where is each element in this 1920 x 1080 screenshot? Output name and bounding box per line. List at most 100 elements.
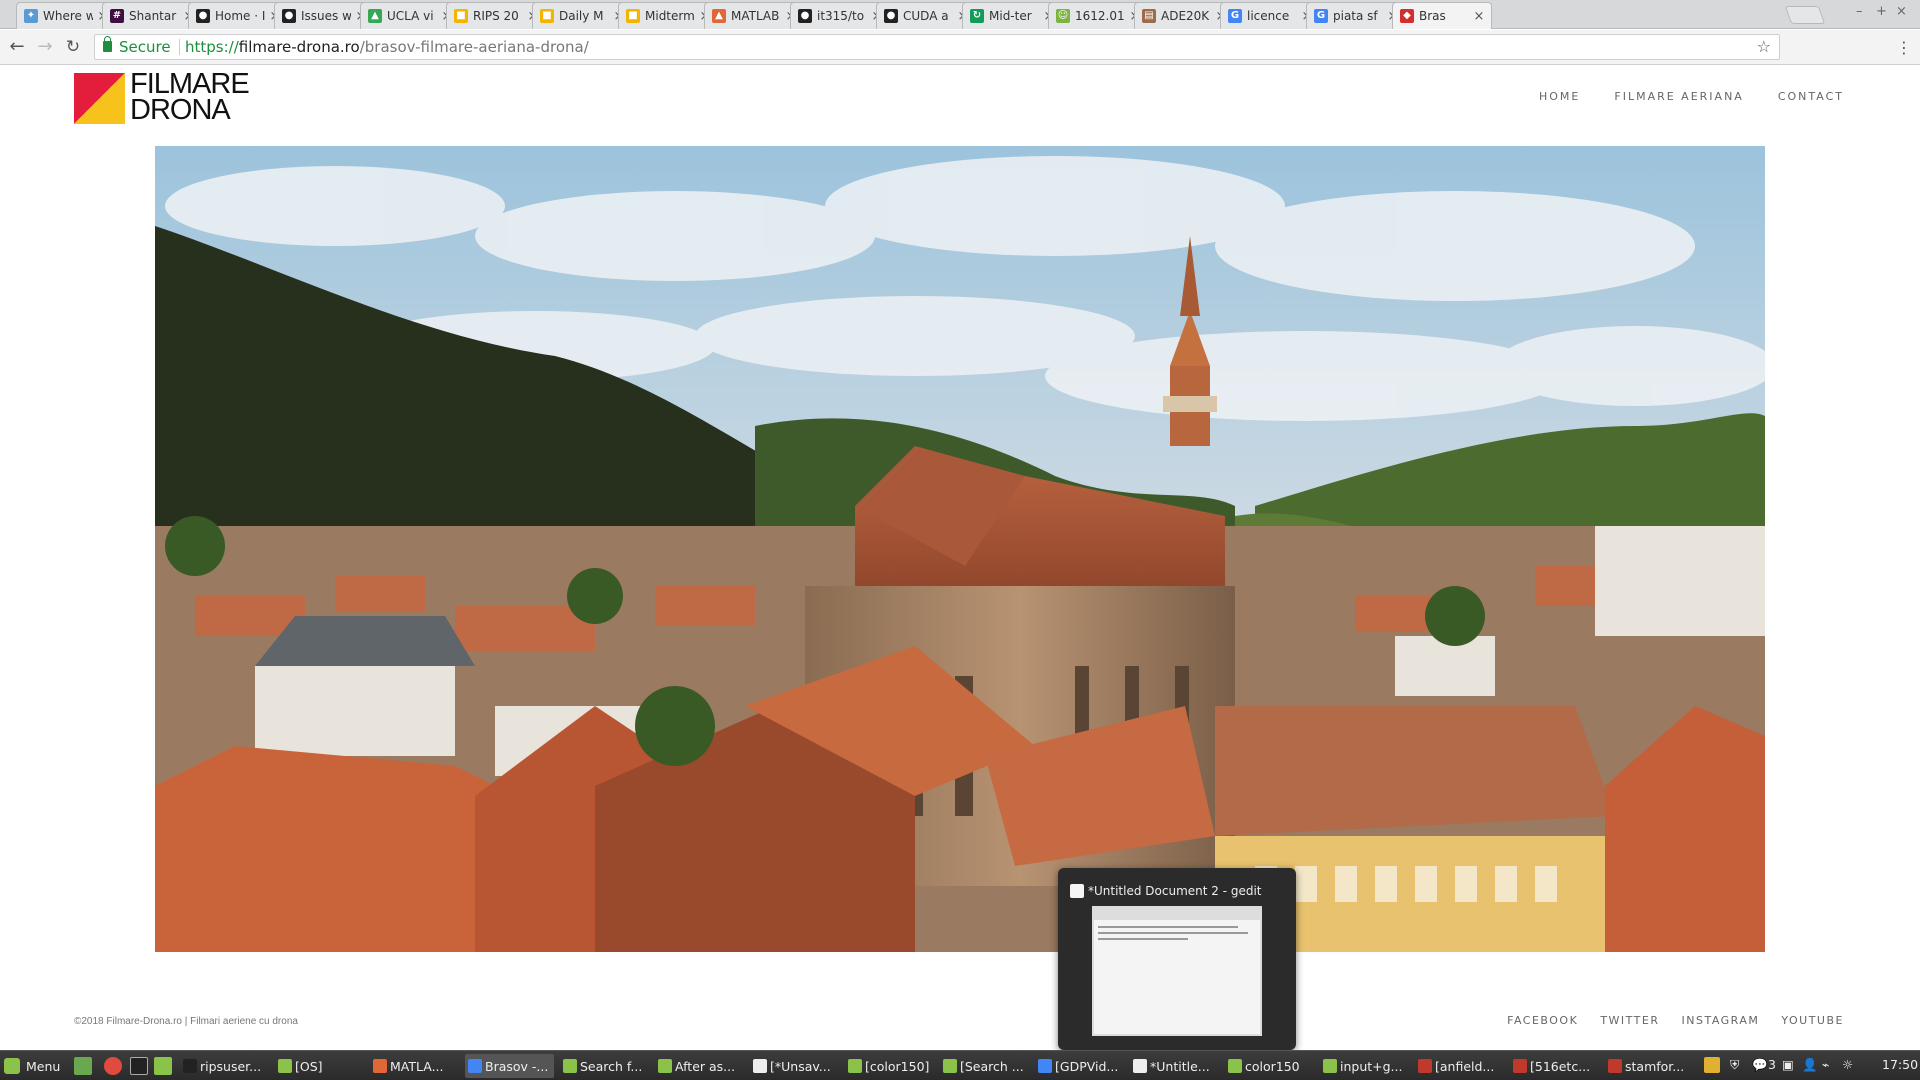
tab-favicon-icon: ↻ [970,9,984,23]
address-bar[interactable]: Secure https://filmare-drona.ro/brasov-f… [94,34,1780,60]
tab-label: piata sf [1333,9,1378,23]
taskbar-window-label: [GDPVid... [1055,1058,1119,1074]
back-icon[interactable]: ← [6,36,28,58]
preview-thumbnail[interactable] [1092,906,1262,1036]
thumbnail-line [1098,938,1188,940]
taskbar-window-button[interactable]: input+g... [1320,1054,1409,1078]
window-app-icon [1418,1059,1432,1073]
window-app-icon [1608,1059,1622,1073]
taskbar-window-button[interactable]: [*Unsav... [750,1054,839,1078]
window-app-icon [943,1059,957,1073]
taskbar-window-button[interactable]: [OS] [275,1054,364,1078]
browser-tab[interactable]: ■Midterm× [618,2,718,29]
browser-toolbar: ← → ↻ Secure https://filmare-drona.ro/br… [0,30,1920,65]
browser-tab[interactable]: #Shantar× [102,2,202,29]
tab-label: UCLA vi [387,9,434,23]
files-launcher-icon[interactable] [154,1057,172,1075]
notification-count: 3 [1768,1057,1776,1072]
notes-tray-icon[interactable] [1704,1057,1720,1073]
tab-favicon-icon: ● [884,9,898,23]
window-preview-popup[interactable]: *Untitled Document 2 - gedit [1058,868,1296,1050]
browser-tab[interactable]: ☺1612.01× [1048,2,1148,29]
taskbar-window-label: Search f... [580,1058,643,1074]
taskbar-window-label: color150 [1245,1058,1300,1074]
browser-tab[interactable]: ■Daily M× [532,2,632,29]
taskbar-window-button[interactable]: MATLA... [370,1054,459,1078]
taskbar-window-button[interactable]: [GDPVid... [1035,1054,1124,1078]
browser-menu-icon[interactable]: ⋮ [1896,38,1912,57]
clipboard-icon[interactable]: ▣ [1782,1057,1794,1072]
logo-wordmark: FILMARE DRONA [130,70,250,125]
browser-tab[interactable]: Gpiata sf× [1306,2,1406,29]
user-icon[interactable]: 👤 [1802,1057,1818,1073]
browser-tab[interactable]: ●Home · I× [188,2,288,29]
tab-favicon-icon: ▤ [1142,9,1156,23]
network-icon[interactable]: ⌁ [1822,1057,1830,1072]
terminal-launcher-icon[interactable] [130,1057,148,1075]
chrome-launcher-icon[interactable] [104,1057,122,1075]
forward-icon[interactable]: → [34,36,56,58]
shield-icon[interactable]: ⛨ [1730,1057,1739,1073]
taskbar-window-button[interactable]: stamfor... [1605,1054,1694,1078]
new-tab-button[interactable] [1784,6,1826,24]
thumbnail-titlebar [1094,908,1260,920]
brightness-icon[interactable]: ☼ [1842,1057,1853,1072]
browser-tab[interactable]: ◆ Bras × [1392,2,1492,29]
browser-tab[interactable]: Glicence× [1220,2,1320,29]
footer-link-instagram[interactable]: INSTAGRAM [1682,1014,1760,1027]
nav-filmare-aeriana[interactable]: FILMARE AERIANA [1614,90,1743,103]
browser-tab[interactable]: ▤ADE20K× [1134,2,1234,29]
footer-link-youtube[interactable]: YOUTUBE [1781,1014,1844,1027]
taskbar-window-button[interactable]: ripsuser... [180,1054,269,1078]
footer-link-twitter[interactable]: TWITTER [1600,1014,1659,1027]
tab-label: Shantar [129,9,177,23]
chat-icon[interactable]: 💬 [1752,1057,1768,1073]
thumbnail-line [1098,932,1248,934]
tab-label: ADE20K [1161,9,1210,23]
browser-tab[interactable]: ▲MATLAB× [704,2,804,29]
url-path: /brasov-filmare-aeriana-drona/ [359,38,589,56]
taskbar-window-button[interactable]: [Search ... [940,1054,1029,1078]
url-text[interactable]: https://filmare-drona.ro/brasov-filmare-… [185,35,589,59]
browser-tab[interactable]: ●it315/to× [790,2,890,29]
browser-tab[interactable]: ●Issues w× [274,2,374,29]
bookmark-star-icon[interactable]: ☆ [1757,35,1771,59]
nav-home[interactable]: HOME [1539,90,1580,103]
tab-favicon-icon: ■ [626,9,640,23]
taskbar-window-button[interactable]: [anfield... [1415,1054,1504,1078]
tab-close-icon[interactable]: × [1473,9,1485,24]
browser-tab[interactable]: ■RIPS 20× [446,2,546,29]
taskbar-window-button[interactable]: color150 [1225,1054,1314,1078]
tab-favicon-icon: ◆ [1400,9,1414,23]
taskbar-window-button[interactable]: [color150] [845,1054,934,1078]
taskbar-window-label: stamfor... [1625,1058,1685,1074]
footer-link-facebook[interactable]: FACEBOOK [1507,1014,1578,1027]
window-app-icon [1323,1059,1337,1073]
preview-title: *Untitled Document 2 - gedit [1088,884,1262,898]
tab-label: Bras [1419,9,1446,23]
browser-tab[interactable]: ✦Where w× [16,2,116,29]
mint-logo-icon [4,1058,20,1074]
taskbar-window-button[interactable]: Brasov -... [465,1054,554,1078]
browser-tab[interactable]: ▲UCLA vi× [360,2,460,29]
taskbar-window-button[interactable]: After as... [655,1054,744,1078]
reload-icon[interactable]: ↻ [62,36,84,58]
browser-tab[interactable]: ●CUDA a× [876,2,976,29]
taskbar-window-button[interactable]: Search f... [560,1054,649,1078]
tab-label: 1612.01 [1075,9,1125,23]
nav-contact[interactable]: CONTACT [1778,90,1844,103]
close-window-icon[interactable]: × [1896,4,1907,19]
show-desktop-icon[interactable] [74,1057,92,1075]
taskbar-window-label: ripsuser... [200,1058,262,1074]
start-menu-button[interactable]: Menu [4,1054,60,1078]
maximize-window-icon[interactable]: + [1876,4,1887,19]
site-logo[interactable]: FILMARE DRONA [74,70,250,125]
thumbnail-line [1098,926,1238,928]
browser-tab[interactable]: ↻Mid-ter× [962,2,1062,29]
browser-tab-strip: ✦Where w×#Shantar×●Home · I×●Issues w×▲U… [0,0,1920,29]
window-app-icon [373,1059,387,1073]
taskbar-window-button[interactable]: *Untitle... [1130,1054,1219,1078]
minimize-window-icon[interactable]: – [1856,4,1863,19]
taskbar-window-button[interactable]: [516etc... [1510,1054,1599,1078]
clock[interactable]: 17:50 [1882,1057,1918,1072]
